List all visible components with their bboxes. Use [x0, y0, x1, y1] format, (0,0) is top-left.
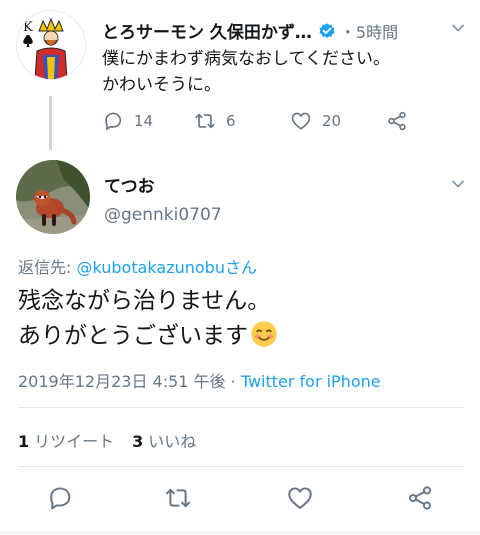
- author-name[interactable]: てつお: [104, 172, 155, 197]
- like-icon: [288, 487, 312, 509]
- retweets-count: 1: [18, 432, 30, 451]
- reply-icon: [50, 487, 71, 510]
- tweet-timestamp: 2019年12月23日 4:51 午後 ·: [18, 372, 241, 391]
- divider: [18, 466, 464, 467]
- thread-connector-line: [49, 96, 52, 150]
- parent-avatar[interactable]: K: [16, 10, 86, 80]
- svg-text:K: K: [23, 20, 33, 35]
- share-icon: [408, 486, 432, 510]
- like-icon: [291, 112, 311, 130]
- parent-actions: 14 6 20: [102, 110, 408, 132]
- reply-mention-link[interactable]: @kubotakazunobuさん: [76, 258, 257, 277]
- tweet-text: 残念ながら治りません。 ありがとうございます: [18, 284, 468, 354]
- parent-reply-count: 14: [134, 112, 154, 130]
- chevron-down-icon[interactable]: [450, 176, 466, 192]
- retweet-button[interactable]: [164, 484, 194, 514]
- reply-prefix: 返信先:: [18, 258, 77, 277]
- parent-retweet-button[interactable]: 6: [194, 110, 290, 132]
- tweet-detail-view: K とろサーモン 久保田かず… ・5時間 僕にかまわず病気なおしてください。 か…: [0, 0, 480, 535]
- retweet-icon: [165, 488, 191, 508]
- parent-retweet-count: 6: [226, 112, 236, 130]
- retweets-label: リツイート: [34, 432, 115, 451]
- parent-share-button[interactable]: [386, 110, 408, 132]
- divider: [18, 407, 464, 408]
- author-handle[interactable]: @gennki0707: [104, 205, 222, 225]
- reply-icon: [105, 112, 122, 131]
- smiling-face-emoji: [251, 321, 277, 347]
- retweets-stat[interactable]: 1 リツイート: [18, 428, 114, 452]
- likes-stat[interactable]: 3 いいね: [132, 428, 196, 452]
- tweet-actions: [0, 484, 480, 514]
- tweet-text-line: 残念ながら治りません。: [18, 288, 271, 314]
- like-button[interactable]: [286, 484, 316, 514]
- author-avatar[interactable]: [16, 160, 90, 234]
- parent-author-name[interactable]: とろサーモン 久保田かず…: [102, 18, 312, 43]
- chevron-down-icon[interactable]: [450, 20, 466, 36]
- verified-badge-icon: [318, 22, 336, 40]
- parent-like-count: 20: [322, 112, 342, 130]
- reply-button[interactable]: [46, 484, 76, 514]
- tweet-text-line: ありがとうございます: [18, 323, 248, 349]
- parent-text-line: 僕にかまわず病気なおしてください。: [102, 49, 390, 69]
- likes-label: いいね: [148, 432, 197, 451]
- likes-count: 3: [132, 432, 144, 451]
- divider: [0, 532, 480, 533]
- tweet-metadata: 2019年12月23日 4:51 午後 · Twitter for iPhone: [18, 368, 381, 392]
- share-button[interactable]: [406, 484, 436, 514]
- tweet-source-link[interactable]: Twitter for iPhone: [241, 372, 381, 391]
- king-of-spades-card-image: K: [17, 11, 85, 79]
- parent-text-line: かわいそうに。: [102, 75, 221, 95]
- parent-like-button[interactable]: 20: [290, 110, 386, 132]
- retweet-icon: [195, 113, 215, 129]
- tweet-stats: 1 リツイート 3 いいね: [18, 428, 214, 452]
- parent-header: とろサーモン 久保田かず… ・5時間: [102, 18, 399, 44]
- parent-reply-button[interactable]: 14: [102, 110, 194, 132]
- red-panda-photo: [16, 160, 90, 234]
- replying-to: 返信先: @kubotakazunobuさん: [18, 254, 257, 278]
- parent-tweet[interactable]: K とろサーモン 久保田かず… ・5時間 僕にかまわず病気なおしてください。 か…: [0, 0, 480, 150]
- parent-tweet-text: 僕にかまわず病気なおしてください。 かわいそうに。: [102, 46, 462, 98]
- parent-time: ・5時間: [339, 22, 399, 42]
- share-icon: [388, 111, 406, 131]
